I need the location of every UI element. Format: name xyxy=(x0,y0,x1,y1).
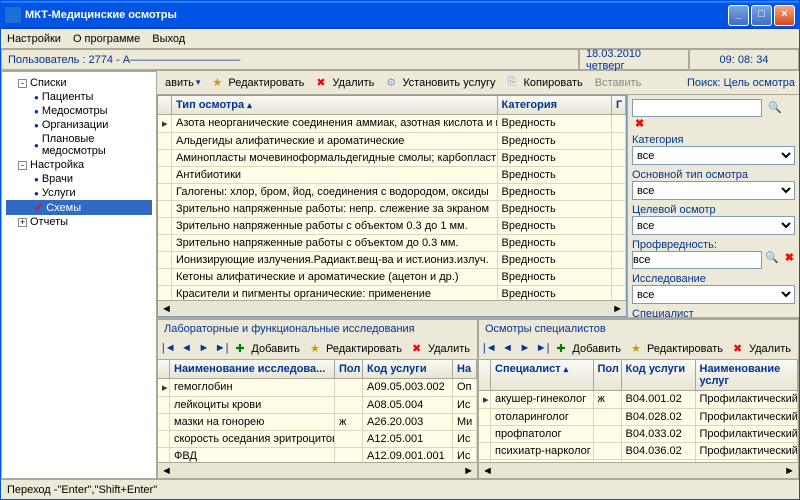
tree-patients[interactable]: ●Пациенты xyxy=(6,90,152,104)
set-service-button[interactable]: ⚙Установить услугу xyxy=(382,75,499,91)
filter-target[interactable]: все xyxy=(632,216,795,235)
col-extra[interactable]: Г xyxy=(612,96,626,114)
status-bar: Переход -"Enter","Shift+Enter" xyxy=(1,479,799,499)
user-info: Пользователь : 2774 - А—————————— xyxy=(1,49,579,70)
spec-scrollbar[interactable]: ◄► xyxy=(479,462,798,478)
sidebar-tree: -Списки ●Пациенты ●Медосмотры ●Организац… xyxy=(1,71,157,479)
prof-clear-icon[interactable]: ✖ xyxy=(782,251,797,269)
menu-settings[interactable]: Настройки xyxy=(7,33,61,45)
table-row[interactable]: Аминопласты мочевиноформальдегидные смол… xyxy=(158,150,626,167)
paste-button[interactable]: Вставить xyxy=(591,76,646,90)
table-row[interactable]: Красители и пигменты органические: приме… xyxy=(158,286,626,300)
table-row[interactable]: профпатологB04.033.02Профилактический пр xyxy=(479,426,798,443)
maximize-button[interactable]: □ xyxy=(751,5,772,26)
table-row[interactable]: ▸гемоглобинA09.05.003.002Оп xyxy=(158,379,477,397)
tree-settings[interactable]: -Настройка xyxy=(6,158,152,172)
col-cat[interactable]: Категория xyxy=(498,96,613,114)
nav-prev[interactable]: ◄ xyxy=(500,341,516,357)
table-row[interactable]: Зрительно напряженные работы: непр. слеж… xyxy=(158,201,626,218)
search-label: Поиск: Цель осмотра xyxy=(687,77,795,89)
table-row[interactable]: скорость оседания эритроцитовA12.05.001И… xyxy=(158,431,477,448)
nav-prev[interactable]: ◄ xyxy=(179,341,195,357)
close-button[interactable]: × xyxy=(774,5,795,26)
add-button[interactable]: авить ▾ xyxy=(161,76,204,90)
filter-study[interactable]: все xyxy=(632,285,795,304)
lab-scrollbar[interactable]: ◄► xyxy=(158,462,477,478)
edit-button[interactable]: ★Редактировать xyxy=(208,75,308,91)
lab-edit-button[interactable]: ★Редактировать xyxy=(306,341,406,357)
spec-edit-button[interactable]: ★Редактировать xyxy=(627,341,727,357)
filter-main-type[interactable]: все xyxy=(632,181,795,200)
h-scrollbar[interactable]: ◄► xyxy=(158,300,626,316)
table-row[interactable]: ▸акушер-гинекологжB04.001.02Профилактиче… xyxy=(479,391,798,409)
table-row[interactable]: Ионизирующие излучения.Радиакт.вещ-ва и … xyxy=(158,252,626,269)
table-row[interactable]: ▸Азота неорганические соединения аммиак,… xyxy=(158,115,626,133)
lab-del-button[interactable]: ✖Удалить xyxy=(408,341,474,357)
prof-search-icon[interactable]: 🔍 xyxy=(762,251,782,269)
search-input[interactable] xyxy=(632,99,762,117)
filter-category[interactable]: все xyxy=(632,146,795,165)
spec-del-button[interactable]: ✖Удалить xyxy=(729,341,795,357)
app-icon xyxy=(5,7,21,23)
tree-plans[interactable]: ●Плановые медосмотры xyxy=(6,132,152,158)
lab-add-button[interactable]: ✚Добавить xyxy=(231,341,304,357)
filter-prof[interactable] xyxy=(632,251,762,269)
spec-add-button[interactable]: ✚Добавить xyxy=(552,341,625,357)
tree-doctors[interactable]: ●Врачи xyxy=(6,172,152,186)
table-row[interactable]: Галогены: хлор, бром, йод, соединения с … xyxy=(158,184,626,201)
tree-lists[interactable]: -Списки xyxy=(6,76,152,90)
table-row[interactable]: Кетоны алифатические и ароматические (ац… xyxy=(158,269,626,286)
nav-last[interactable]: ►| xyxy=(214,341,230,357)
tree-services[interactable]: ●Услуги xyxy=(6,186,152,200)
table-row[interactable]: отоларингологB04.028.02Профилактический … xyxy=(479,409,798,426)
nav-last[interactable]: ►| xyxy=(535,341,551,357)
nav-first[interactable]: |◄ xyxy=(482,341,498,357)
date-info: 18.03.2010 четверг xyxy=(579,49,689,70)
tree-exams[interactable]: ●Медосмотры xyxy=(6,104,152,118)
time-info: 09: 08: 34 xyxy=(689,49,799,70)
table-row[interactable]: АнтибиотикиВредность xyxy=(158,167,626,184)
tree-schemes[interactable]: ✔Схемы xyxy=(6,200,152,215)
nav-first[interactable]: |◄ xyxy=(161,341,177,357)
lab-panel: Лабораторные и функциональные исследован… xyxy=(157,319,478,479)
nav-next[interactable]: ► xyxy=(517,341,533,357)
table-row[interactable]: Зрительно напряженные работы с объектом … xyxy=(158,235,626,252)
clear-search-icon[interactable]: ✖ xyxy=(632,118,647,130)
table-row[interactable]: лейкоциты кровиA08.05.004Ис xyxy=(158,397,477,414)
window-title: МКТ-Медицинские осмотры xyxy=(25,9,728,21)
spec-panel: Осмотры специалистов |◄ ◄ ► ►| ✚Добавить… xyxy=(478,319,799,479)
menu-exit[interactable]: Выход xyxy=(152,33,185,45)
menu-about[interactable]: О программе xyxy=(73,33,140,45)
table-row[interactable]: психиатр-наркологB04.036.02Профилактичес… xyxy=(479,443,798,460)
search-icon[interactable]: 🔍 xyxy=(765,102,785,114)
delete-button[interactable]: ✖Удалить xyxy=(312,75,378,91)
filter-panel: 🔍 ✖ Категория все Основной тип осмотра в… xyxy=(627,95,799,317)
minimize-button[interactable]: _ xyxy=(728,5,749,26)
table-row[interactable]: Зрительно напряженные работы с объектом … xyxy=(158,218,626,235)
table-row[interactable]: мазки на гонореюжA26.20.003Ми xyxy=(158,414,477,431)
tree-reports[interactable]: +Отчеты xyxy=(6,215,152,229)
copy-button[interactable]: ⎘Копировать xyxy=(504,75,587,91)
nav-next[interactable]: ► xyxy=(196,341,212,357)
table-row[interactable]: Альдегиды алифатические и ароматическиеВ… xyxy=(158,133,626,150)
col-type[interactable]: Тип осмотра ▴ xyxy=(172,96,498,114)
table-row[interactable]: ФВДA12.09.001.001Ис xyxy=(158,448,477,462)
main-grid: Тип осмотра ▴ Категория Г ▸Азота неорган… xyxy=(157,95,627,317)
tree-orgs[interactable]: ●Организации xyxy=(6,118,152,132)
